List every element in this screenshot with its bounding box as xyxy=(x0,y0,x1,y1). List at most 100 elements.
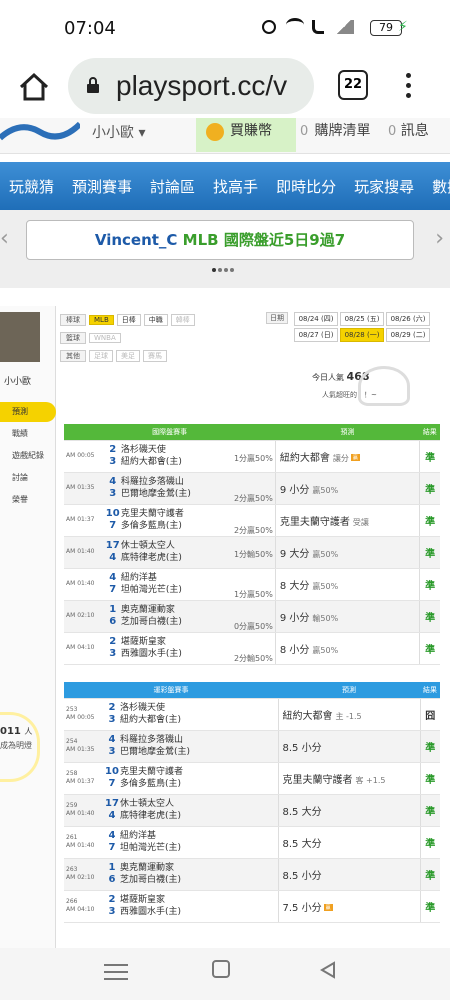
home-team[interactable]: 巴爾地摩金鶯(主) xyxy=(121,488,231,500)
date-chip[interactable]: 08/28 (一) xyxy=(340,328,384,342)
logo-graphic xyxy=(0,121,83,141)
table-row: AM 04:10 2 3 堪薩斯皇家 西雅圖水手(主) 2分輸50% 8 小分 贏50% 準 xyxy=(64,632,440,665)
message-label: 訊息 xyxy=(400,123,429,139)
prediction-detail: 客 +1.5 xyxy=(355,775,386,785)
away-team[interactable]: 克里夫蘭守護者 xyxy=(120,766,278,778)
home-team[interactable]: 底特律老虎(主) xyxy=(120,810,278,822)
filter-chip[interactable]: 足球 xyxy=(89,350,113,362)
filter-chip[interactable]: 日棒 xyxy=(116,314,141,326)
filter-chip[interactable]: 賽馬 xyxy=(143,350,167,362)
nav-forum[interactable]: 討論區 xyxy=(141,176,204,197)
carousel-dots xyxy=(212,268,234,272)
home-team[interactable]: 多倫多藍鳥(主) xyxy=(121,520,231,532)
away-team[interactable]: 奧克蘭運動家 xyxy=(120,862,278,874)
filter-chip[interactable]: 美足 xyxy=(116,350,140,362)
date-chip[interactable]: 08/27 (日) xyxy=(294,328,338,342)
call-icon xyxy=(312,20,324,34)
tab-switcher-button[interactable]: 22 xyxy=(338,70,368,100)
away-team[interactable]: 奧克蘭運動家 xyxy=(121,604,231,616)
user-dropdown[interactable]: 小小歐 ▾ xyxy=(92,122,145,142)
match-time: AM 02:10 xyxy=(64,600,105,633)
home-team[interactable]: 芝加哥白襪(主) xyxy=(120,874,278,886)
away-team[interactable]: 洛杉磯天使 xyxy=(121,444,231,456)
sidebar-item-label: 榮譽 xyxy=(12,495,28,504)
away-team[interactable]: 紐約洋基 xyxy=(120,830,278,842)
away-team[interactable]: 休士頓太空人 xyxy=(120,798,278,810)
table-row: AM 01:40 4 7 紐約洋基 坦帕灣光芒(主) 1分贏50% 8 大分 贏50% 準 xyxy=(64,568,440,601)
banner-carousel: ‹ Vincent_C MLB 國際盤近5日9過7 › xyxy=(0,210,450,288)
sidebar-item-label: 討論 xyxy=(12,473,28,482)
home-team[interactable]: 坦帕灣光芒(主) xyxy=(120,842,278,854)
filter-chip[interactable]: MLB xyxy=(89,315,114,325)
scores-cell: 23 xyxy=(104,632,121,665)
home-icon[interactable] xyxy=(18,72,50,102)
match-id: 261 xyxy=(66,834,78,841)
teams-cell: 奧克蘭運動家 芝加哥白襪(主) xyxy=(120,600,231,633)
away-team[interactable]: 洛杉磯天使 xyxy=(120,702,278,714)
match-time-value: AM 01:40 xyxy=(66,842,95,849)
profile-sidebar: 小小歐 預測 戰績 遊戲紀錄 討論 榮譽 011 人 成為明燈 xyxy=(0,306,56,954)
home-team[interactable]: 多倫多藍鳥(主) xyxy=(120,778,278,790)
nav-live-score[interactable]: 即時比分 xyxy=(267,176,345,197)
banner-link[interactable]: Vincent_C MLB 國際盤近5日9過7 xyxy=(26,220,414,260)
away-team[interactable]: 科羅拉多落磯山 xyxy=(120,734,278,746)
date-label: 日期 xyxy=(266,312,288,324)
home-team[interactable]: 紐約大都會(主) xyxy=(120,714,278,726)
home-team[interactable]: 巴爾地摩金鶯(主) xyxy=(120,746,278,758)
date-chip[interactable]: 08/24 (四) xyxy=(294,312,338,326)
recents-icon[interactable] xyxy=(104,960,128,980)
home-team[interactable]: 底特律老虎(主) xyxy=(121,552,231,564)
date-chip[interactable]: 08/26 (六) xyxy=(386,312,430,326)
teams-cell: 科羅拉多落磯山 巴爾地摩金鶯(主) xyxy=(120,472,231,505)
chevron-right-icon[interactable]: › xyxy=(435,226,444,251)
prediction-pick: 8 小分 xyxy=(279,644,310,656)
sidebar-item-record[interactable]: 戰績 xyxy=(0,424,56,444)
message-link[interactable]: 0 訊息 xyxy=(388,120,429,140)
home-score: 6 xyxy=(108,874,116,885)
home-score: 7 xyxy=(108,842,116,853)
filter-chip[interactable]: WNBA xyxy=(89,333,121,343)
date-chip[interactable]: 08/29 (二) xyxy=(386,328,430,342)
away-team[interactable]: 科羅拉多落磯山 xyxy=(121,476,231,488)
home-team[interactable]: 西雅圖水手(主) xyxy=(120,906,278,918)
match-id: 253 xyxy=(66,706,78,713)
away-team[interactable]: 堪薩斯皇家 xyxy=(120,894,278,906)
away-team[interactable]: 休士頓太空人 xyxy=(121,540,231,552)
sidebar-item-history[interactable]: 遊戲紀錄 xyxy=(0,446,56,466)
prediction-cell: 克里夫蘭守護者客 +1.5 xyxy=(277,762,420,795)
sidebar-item-predict[interactable]: 預測 xyxy=(0,402,56,422)
away-score: 17 xyxy=(105,540,120,551)
odds-cell: 1分贏50% xyxy=(230,568,276,601)
sidebar-item-honor[interactable]: 榮譽 xyxy=(0,490,56,510)
overflow-menu-icon[interactable] xyxy=(404,70,412,104)
win-badge: 贏 xyxy=(323,904,333,911)
home-nav-icon[interactable] xyxy=(212,960,230,978)
buy-coin-button[interactable]: 買賺幣 xyxy=(196,118,296,152)
chevron-left-icon[interactable]: ‹ xyxy=(0,226,9,251)
home-team[interactable]: 紐約大都會(主) xyxy=(121,456,231,468)
site-logo[interactable] xyxy=(0,118,83,146)
home-team[interactable]: 西雅圖水手(主) xyxy=(121,648,231,660)
nav-data[interactable]: 數據 xyxy=(423,176,450,197)
filter-chip[interactable]: 韓棒 xyxy=(170,314,195,326)
nav-predict[interactable]: 預測賽事 xyxy=(63,176,141,197)
away-team[interactable]: 紐約洋基 xyxy=(121,572,231,584)
nav-experts[interactable]: 找高手 xyxy=(204,176,267,197)
teams-cell: 紐約洋基 坦帕灣光芒(主) xyxy=(120,568,231,601)
scores-cell: 43 xyxy=(104,472,121,505)
cart-link[interactable]: 0 購牌清單 xyxy=(300,120,370,140)
back-icon[interactable] xyxy=(318,960,342,980)
home-team[interactable]: 坦帕灣光芒(主) xyxy=(121,584,231,596)
home-score: 3 xyxy=(109,488,117,499)
nav-play-guess[interactable]: 玩競猜 xyxy=(0,176,63,197)
date-chip[interactable]: 08/25 (五) xyxy=(340,312,384,326)
teams-cell: 洛杉磯天使 紐約大都會(主) xyxy=(120,698,278,731)
sidebar-item-discuss[interactable]: 討論 xyxy=(0,468,56,488)
prediction-pick: 8.5 小分 xyxy=(282,742,322,754)
filter-chip[interactable]: 中職 xyxy=(143,314,168,326)
home-team[interactable]: 芝加哥白襪(主) xyxy=(121,616,231,628)
address-bar[interactable]: playsport.cc/v xyxy=(68,58,314,114)
away-team[interactable]: 堪薩斯皇家 xyxy=(121,636,231,648)
nav-player-search[interactable]: 玩家搜尋 xyxy=(345,176,423,197)
away-team[interactable]: 克里夫蘭守護者 xyxy=(121,508,231,520)
